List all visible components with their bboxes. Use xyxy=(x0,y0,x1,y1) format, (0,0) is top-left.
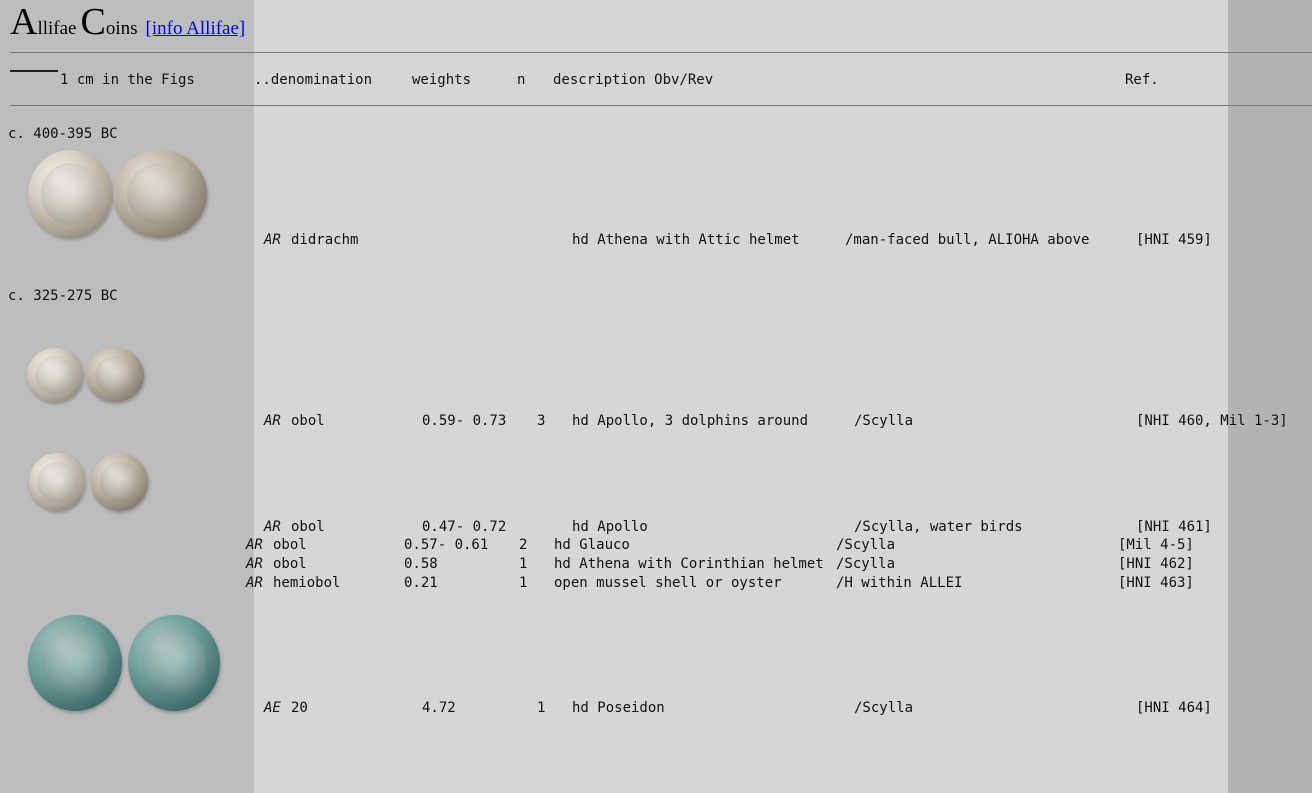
column-header-scale: 1 cm in the Figs xyxy=(60,72,195,88)
coin-reference: [Mil 4-5] xyxy=(1118,537,1194,553)
coin-metal: AR xyxy=(246,575,263,591)
page-title: Allifae Coins [info Allifae] xyxy=(10,2,245,42)
coin-metal: AR xyxy=(264,232,281,248)
coin-reverse: /Scylla xyxy=(836,556,896,572)
coin-obol-apollo-obverse xyxy=(27,348,83,402)
coin-metal: AR xyxy=(264,413,281,429)
coin-obol-scylla-reverse xyxy=(86,348,144,402)
coin-reference: [HNI 459] xyxy=(1136,232,1212,248)
section-date: c. 400-395 BC xyxy=(8,126,118,142)
coin-count: 1 xyxy=(537,700,546,716)
coin-denomination: obol xyxy=(291,413,325,429)
content-column xyxy=(254,0,1228,793)
coin-denomination: didrachm xyxy=(291,232,359,248)
coin-reverse: /Scylla xyxy=(836,537,896,553)
section-date: c. 325-275 BC xyxy=(8,288,118,304)
title-word-c: oins xyxy=(105,18,138,39)
coin-obverse: hd Athena with Attic helmet xyxy=(572,232,800,248)
title-initial-a: A xyxy=(10,1,38,43)
coin-reference: [NHI 461] xyxy=(1136,519,1212,535)
coin-ae-poseidon-obverse xyxy=(28,615,122,711)
coin-obverse: hd Glauco xyxy=(554,537,630,553)
coin-metal: AE xyxy=(264,700,281,716)
column-header-ref: Ref. xyxy=(1125,72,1159,88)
column-header-description: description Obv/Rev xyxy=(553,72,714,88)
coin-reverse: /Scylla xyxy=(854,413,914,429)
coin-weights: 0.21 xyxy=(404,575,438,591)
coin-count: 1 xyxy=(519,575,528,591)
coin-didrachm-reverse xyxy=(113,150,207,238)
coin-obverse: hd Apollo, 3 dolphins around xyxy=(572,413,809,429)
top-divider xyxy=(10,52,1312,53)
coin-reference: [HNI 463] xyxy=(1118,575,1194,591)
coin-obverse: hd Apollo xyxy=(572,519,648,535)
coin-reverse: /Scylla xyxy=(854,700,914,716)
title-initial-c: C xyxy=(80,1,106,43)
coin-count: 2 xyxy=(519,537,528,553)
coin-denomination: obol xyxy=(291,519,325,535)
coin-obol-apollo-obverse-2 xyxy=(29,453,85,511)
coin-weights: 0.47- 0.72 xyxy=(422,519,507,535)
coin-metal: AR xyxy=(246,556,263,572)
column-header-denomination: ..denomination xyxy=(254,72,373,88)
coin-weights: 0.59- 0.73 xyxy=(422,413,507,429)
coin-reference: [NHI 460, Mil 1-3] xyxy=(1136,413,1288,429)
scale-bar-1cm xyxy=(10,70,58,72)
header-divider xyxy=(10,105,1312,106)
coin-reverse: /Scylla, water birds xyxy=(854,519,1023,535)
coin-reverse: /H within ALLEI xyxy=(836,575,963,591)
coin-weights: 0.57- 0.61 xyxy=(404,537,489,553)
coin-denomination: 20 xyxy=(291,700,308,716)
coin-metal: AR xyxy=(264,519,281,535)
coin-obol-scylla-reverse-2 xyxy=(91,453,148,511)
coin-weights: 0.58 xyxy=(404,556,438,572)
coin-count: 1 xyxy=(519,556,528,572)
coin-denomination: obol xyxy=(273,556,307,572)
coin-obverse: open mussel shell or oyster xyxy=(554,575,782,591)
coin-ae-scylla-reverse xyxy=(128,615,220,711)
coin-denomination: obol xyxy=(273,537,307,553)
title-word-a: llifae xyxy=(37,18,77,39)
right-margin-column xyxy=(1228,0,1312,793)
coin-didrachm-obverse xyxy=(28,150,112,238)
coin-reverse: /man-faced bull, ALIOHA above xyxy=(845,232,1090,248)
coin-count: 3 xyxy=(537,413,546,429)
coin-reference: [HNI 462] xyxy=(1118,556,1194,572)
coin-metal: AR xyxy=(246,537,263,553)
column-header-n: n xyxy=(517,72,526,88)
coin-obverse: hd Poseidon xyxy=(572,700,665,716)
info-allifae-link[interactable]: [info Allifae] xyxy=(146,18,246,39)
coin-obverse: hd Athena with Corinthian helmet xyxy=(554,556,824,572)
coin-weights: 4.72 xyxy=(422,700,456,716)
coin-denomination: hemiobol xyxy=(273,575,341,591)
coin-reference: [HNI 464] xyxy=(1136,700,1212,716)
column-header-weights: weights xyxy=(412,72,472,88)
